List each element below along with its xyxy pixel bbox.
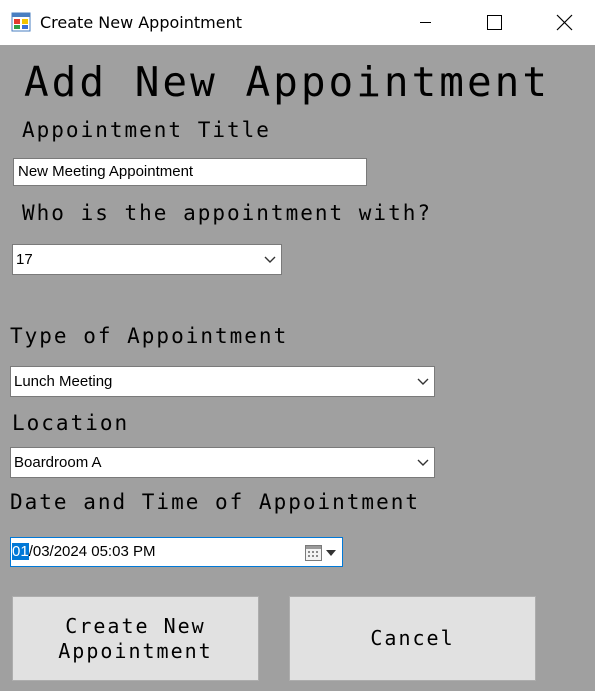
appointment-with-select[interactable]: 17 [12, 244, 282, 275]
appointment-title-input[interactable]: New Meeting Appointment [13, 158, 367, 186]
appointment-type-select[interactable]: Lunch Meeting [10, 366, 435, 397]
chevron-down-icon [264, 256, 276, 263]
dropdown-button[interactable] [412, 367, 434, 396]
chevron-down-icon [417, 459, 429, 466]
datetime-value: 01/03/2024 05:03 PM [12, 538, 155, 566]
datetime-picker[interactable]: 01/03/2024 05:03 PM [10, 537, 343, 567]
datetime-selected-segment: 01 [12, 543, 29, 560]
title-bar: Create New Appointment [0, 0, 595, 45]
create-appointment-button[interactable]: Create New Appointment [12, 596, 259, 681]
dropdown-button[interactable] [412, 448, 434, 477]
window-title: Create New Appointment [40, 13, 242, 32]
maximize-button[interactable] [471, 0, 517, 45]
appointment-type-value: Lunch Meeting [14, 373, 113, 390]
datetime-label: Date and Time of Appointment [10, 490, 421, 514]
close-icon [556, 14, 573, 31]
datetime-rest: /03/2024 05:03 PM [28, 543, 156, 560]
location-value: Boardroom A [14, 454, 102, 471]
appointment-with-value: 17 [16, 251, 33, 268]
location-label: Location [12, 411, 130, 435]
appointment-title-label: Appointment Title [22, 118, 271, 142]
app-form-icon [11, 12, 31, 32]
close-button[interactable] [541, 0, 587, 45]
cancel-label: Cancel [370, 626, 455, 650]
appointment-type-label: Type of Appointment [10, 324, 289, 348]
cancel-button[interactable]: Cancel [289, 596, 536, 681]
dropdown-button[interactable] [259, 245, 281, 274]
minimize-icon [420, 22, 431, 23]
location-select[interactable]: Boardroom A [10, 447, 435, 478]
calendar-icon [305, 545, 336, 561]
chevron-down-icon [417, 378, 429, 385]
create-appointment-label: Create New Appointment [58, 613, 213, 663]
form-heading: Add New Appointment [24, 58, 550, 106]
appointment-with-label: Who is the appointment with? [22, 201, 433, 225]
maximize-icon [487, 15, 502, 30]
calendar-dropdown-button[interactable] [305, 544, 341, 562]
minimize-button[interactable] [402, 0, 448, 45]
